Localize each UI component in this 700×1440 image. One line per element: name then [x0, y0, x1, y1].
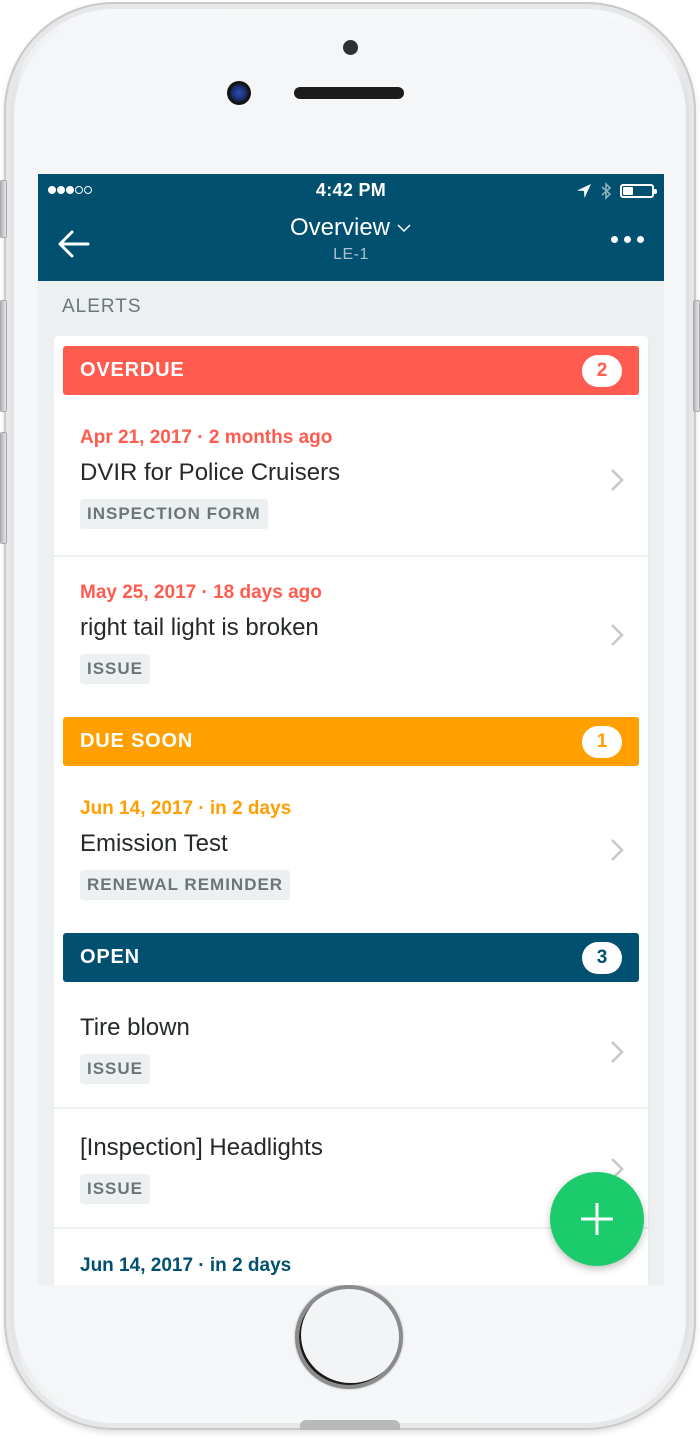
group-header-due-soon: DUE SOON 1 [63, 717, 639, 766]
add-button[interactable] [550, 1172, 644, 1266]
list-item[interactable]: Tire blown ISSUE [54, 982, 648, 1109]
list-item[interactable]: May 25, 2017 · 18 days ago right tail li… [54, 557, 648, 717]
group-title: OVERDUE [80, 359, 185, 381]
count-badge: 2 [582, 354, 622, 387]
plus-icon [581, 1203, 613, 1235]
app-screen: 4:42 PM Overview LE-1 ALERTS OVERDUE 2 A… [38, 174, 664, 1285]
battery-icon [620, 184, 657, 198]
location-arrow-icon [577, 184, 591, 198]
section-label-alerts: ALERTS [62, 296, 142, 317]
group-title: OPEN [80, 946, 140, 968]
volume-down-button [0, 432, 7, 544]
item-title: Tire blown [80, 1014, 190, 1041]
item-title: right tail light is broken [80, 614, 319, 641]
status-time: 4:42 PM [315, 180, 387, 200]
list-item[interactable]: Jun 14, 2017 · in 2 days Emission Test R… [54, 766, 648, 933]
list-item[interactable]: Apr 21, 2017 · 2 months ago DVIR for Pol… [54, 395, 648, 557]
lightning-port [300, 1420, 400, 1430]
mute-switch [0, 180, 7, 238]
count-badge: 3 [582, 941, 622, 974]
item-type-tag: ISSUE [80, 654, 151, 684]
more-options-icon[interactable] [611, 236, 644, 243]
earpiece-speaker [294, 87, 404, 99]
item-date: May 25, 2017 · 18 days ago [80, 582, 322, 603]
chevron-right-icon [611, 624, 624, 646]
battery-level [623, 187, 633, 195]
home-button[interactable] [295, 1285, 403, 1389]
page-title: Overview [289, 214, 391, 241]
item-title: [Inspection] Headlights [80, 1134, 323, 1161]
proximity-sensor [343, 40, 358, 55]
chevron-right-icon [611, 839, 624, 861]
item-title: Emission Test [80, 830, 228, 857]
group-title: DUE SOON [80, 730, 194, 752]
front-camera [227, 81, 251, 105]
item-date: Apr 21, 2017 · 2 months ago [80, 427, 333, 448]
item-title: DVIR for Police Cruisers [80, 459, 341, 486]
bluetooth-icon [601, 182, 612, 200]
item-date: Jun 14, 2017 · in 2 days [80, 798, 292, 819]
page-subtitle: LE-1 [333, 246, 369, 263]
item-type-tag: INSPECTION FORM [80, 499, 268, 529]
group-header-overdue: OVERDUE 2 [63, 346, 639, 395]
status-icons [576, 182, 657, 200]
item-date: Jun 14, 2017 · in 2 days [80, 1255, 292, 1276]
chevron-right-icon [611, 469, 624, 491]
item-type-tag: ISSUE [80, 1054, 151, 1084]
chevron-right-icon [611, 1041, 624, 1063]
navigation-bar: 4:42 PM Overview LE-1 [38, 174, 664, 281]
page-title-dropdown[interactable]: Overview [290, 214, 412, 242]
volume-up-button [0, 300, 7, 412]
count-badge: 1 [582, 725, 622, 758]
chevron-down-icon [397, 224, 411, 233]
status-bar: 4:42 PM [38, 174, 664, 208]
alerts-card: OVERDUE 2 Apr 21, 2017 · 2 months ago DV… [54, 336, 648, 1285]
group-header-open: OPEN 3 [63, 933, 639, 982]
title-block[interactable]: Overview LE-1 [38, 214, 664, 264]
item-type-tag: ISSUE [80, 1174, 151, 1204]
item-type-tag: RENEWAL REMINDER [80, 870, 291, 900]
power-button [693, 300, 700, 412]
